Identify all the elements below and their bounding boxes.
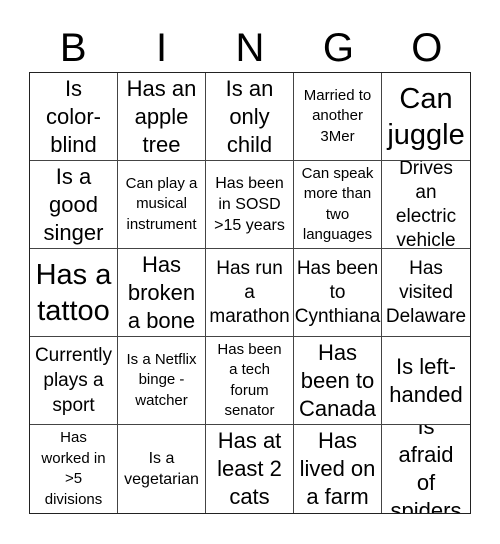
cell-text: Is afraid of spiders xyxy=(390,425,462,513)
bingo-cell[interactable]: Is color-blind xyxy=(30,73,118,161)
cell-text: Has at least 2 cats xyxy=(217,428,282,509)
bingo-cell[interactable]: Is left-handed xyxy=(382,337,470,425)
cell-text: Has visited Delaware xyxy=(385,257,467,327)
cell-text: Has a tattoo xyxy=(35,258,112,327)
bingo-cell[interactable]: Has visited Delaware xyxy=(382,249,470,337)
bingo-cell[interactable]: Has broken a bone xyxy=(118,249,206,337)
header-letter-g: G xyxy=(322,26,354,70)
cell-text: Has been in SOSD >15 years xyxy=(214,175,285,234)
bingo-cell[interactable]: Is a Netflix binge - watcher xyxy=(118,337,206,425)
cell-text: Has been to Canada xyxy=(298,339,377,421)
cell-text: Has an apple tree xyxy=(126,75,197,157)
header-letter-b: B xyxy=(59,26,87,70)
bingo-cell[interactable]: Can play a musical instrument xyxy=(118,161,206,249)
bingo-cell[interactable]: Has been to Cynthiana xyxy=(294,249,382,337)
bingo-cell[interactable]: Has lived on a farm xyxy=(294,425,382,513)
cell-text: Drives an electric vehicle xyxy=(395,161,457,249)
cell-text: Is a vegetarian xyxy=(124,450,199,488)
header-letter-i: I xyxy=(156,26,168,70)
bingo-cell[interactable]: Has run a marathon xyxy=(206,249,294,337)
bingo-cell[interactable]: Drives an electric vehicle xyxy=(382,161,470,249)
bingo-cell[interactable]: Has been in SOSD >15 years xyxy=(206,161,294,249)
bingo-cell[interactable]: Married to another 3Mer xyxy=(294,73,382,161)
bingo-board: Is color-blind Has an apple tree Is an o… xyxy=(29,72,471,514)
cell-text: Can speak more than two languages xyxy=(301,164,374,244)
bingo-cell[interactable]: Has been a tech forum senator xyxy=(206,337,294,425)
cell-text: Has been to Cynthiana xyxy=(294,257,381,327)
bingo-cell[interactable]: Has a tattoo xyxy=(30,249,118,337)
bingo-cell[interactable]: Currently plays a sport xyxy=(30,337,118,425)
cell-text: Is a Netflix binge - watcher xyxy=(126,350,197,409)
bingo-cell[interactable]: Can speak more than two languages xyxy=(294,161,382,249)
cell-text: Is left-handed xyxy=(389,353,463,407)
bingo-cell[interactable]: Has at least 2 cats xyxy=(206,425,294,513)
cell-text: Can juggle xyxy=(387,82,465,151)
bingo-cell[interactable]: Can juggle xyxy=(382,73,470,161)
header-letter-n: N xyxy=(235,26,265,70)
cell-text: Has lived on a farm xyxy=(299,428,376,509)
cell-text: Currently plays a sport xyxy=(34,345,113,416)
bingo-cell[interactable]: Is afraid of spiders xyxy=(382,425,470,513)
cell-text: Is an only child xyxy=(225,75,274,157)
cell-text: Has worked in >5 divisions xyxy=(41,429,106,508)
bingo-cell[interactable]: Has an apple tree xyxy=(118,73,206,161)
bingo-cell[interactable]: Has worked in >5 divisions xyxy=(30,425,118,513)
header-letter-o: O xyxy=(411,26,443,70)
cell-text: Married to another 3Mer xyxy=(303,86,372,145)
cell-text: Has broken a bone xyxy=(127,251,196,333)
cell-text: Is color-blind xyxy=(45,75,101,157)
cell-text: Is a good singer xyxy=(43,163,104,245)
cell-text: Has been a tech forum senator xyxy=(217,340,282,420)
bingo-cell[interactable]: Has been to Canada xyxy=(294,337,382,425)
bingo-header: B I N G O xyxy=(29,24,471,72)
cell-text: Has run a marathon xyxy=(209,257,290,327)
cell-text: Can play a musical instrument xyxy=(125,174,198,233)
bingo-cell[interactable]: Is a vegetarian xyxy=(118,425,206,513)
bingo-cell[interactable]: Is a good singer xyxy=(30,161,118,249)
bingo-cell[interactable]: Is an only child xyxy=(206,73,294,161)
